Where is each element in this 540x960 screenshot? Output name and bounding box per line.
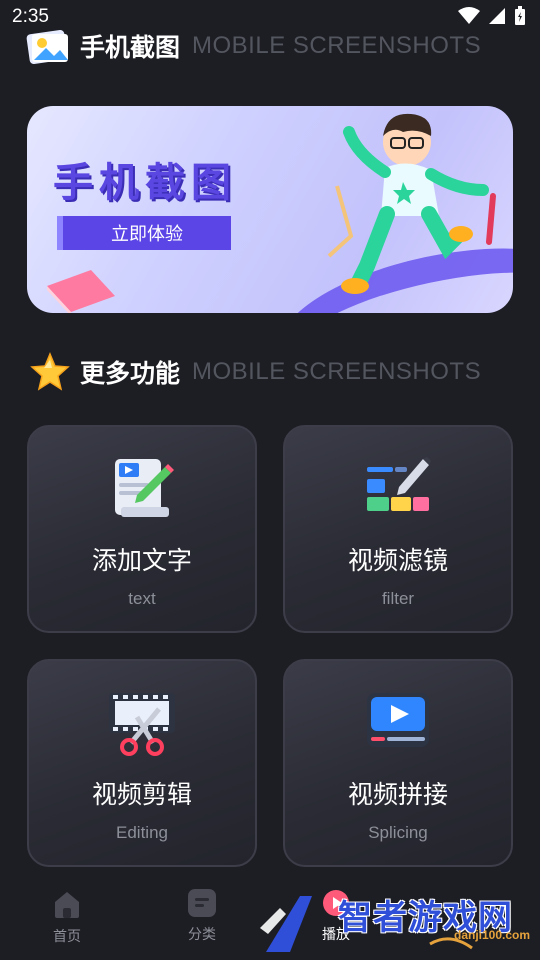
- picture-icon: [26, 30, 68, 64]
- nav-item-category[interactable]: 分类: [162, 888, 242, 944]
- card-title: 视频拼接: [347, 780, 448, 809]
- student-character-illustration: [327, 113, 496, 294]
- book-icon: [47, 270, 115, 313]
- app-header: 手机截图 MOBILE SCREENSHOTS: [26, 26, 481, 66]
- banner-title: 手机截图: [53, 160, 237, 206]
- video-play-icon: [367, 693, 429, 747]
- page-subtitle: MOBILE SCREENSHOTS: [192, 32, 482, 59]
- card-subtitle: Editing: [116, 823, 168, 842]
- card-subtitle: Splicing: [368, 823, 428, 842]
- section-header-more-features: 更多功能 MOBILE SCREENSHOTS: [30, 350, 481, 394]
- video-filter-card[interactable]: 视频滤镜 filter: [283, 425, 513, 633]
- signal-icon: [489, 8, 505, 24]
- card-subtitle: filter: [381, 589, 415, 608]
- page-title: 手机截图: [80, 33, 181, 62]
- wifi-icon: [458, 7, 480, 24]
- card-subtitle: text: [128, 589, 156, 608]
- video-editing-card[interactable]: 视频剪辑 Editing: [27, 659, 257, 867]
- home-icon: [55, 892, 79, 918]
- section-title: 更多功能: [80, 359, 181, 388]
- color-filter-icon: [367, 457, 431, 511]
- nav-label: 分类: [188, 927, 216, 943]
- star-icon: [30, 352, 70, 391]
- status-icons: [458, 6, 526, 26]
- section-subtitle: MOBILE SCREENSHOTS: [192, 358, 482, 385]
- nav-item-home[interactable]: 首页: [27, 888, 107, 946]
- card-title: 视频剪辑: [91, 780, 192, 809]
- nav-label: 首页: [53, 929, 81, 945]
- try-now-button[interactable]: 立即体验: [57, 216, 231, 250]
- battery-icon: [515, 6, 525, 25]
- film-scissors-icon: [109, 693, 175, 756]
- edit-document-icon: [115, 459, 174, 517]
- status-time: 2:35: [12, 6, 49, 27]
- promo-banner[interactable]: 手机截图 立即体验: [27, 106, 513, 313]
- add-text-card[interactable]: 添加文字 text: [27, 425, 257, 633]
- category-icon: [188, 889, 216, 917]
- video-splicing-card[interactable]: 视频拼接 Splicing: [283, 659, 513, 867]
- card-title: 添加文字: [91, 546, 192, 575]
- watermark-url: danji100.com: [454, 928, 531, 942]
- card-title: 视频滤镜: [347, 546, 448, 575]
